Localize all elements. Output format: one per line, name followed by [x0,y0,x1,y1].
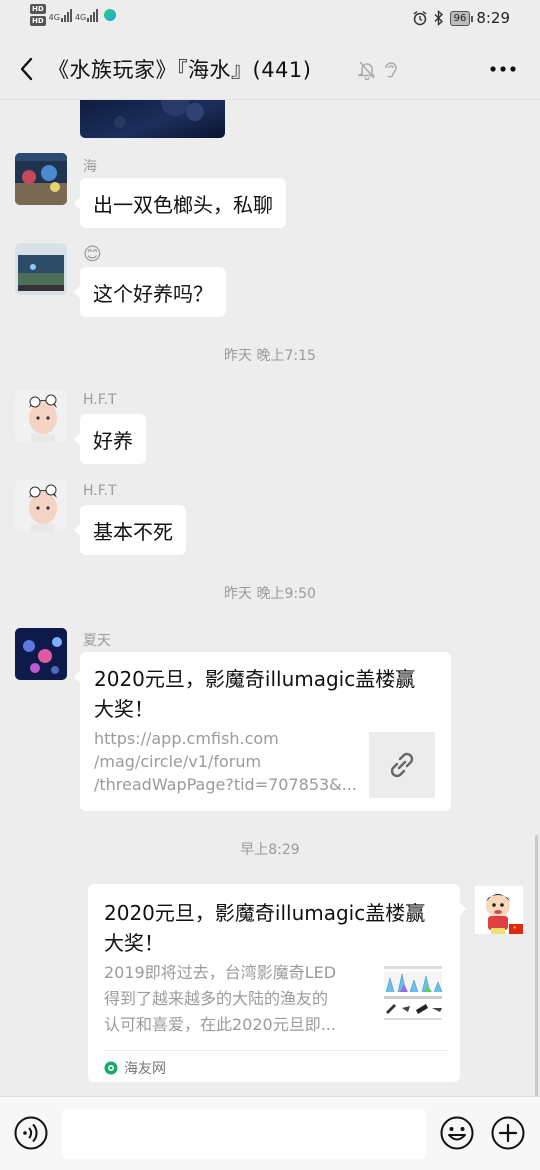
timestamp: 昨天 晚上9:50 [224,586,316,602]
card-title-line: 大奖！ [94,697,154,721]
signal-bars-icon [60,8,72,22]
avatar[interactable] [15,153,67,205]
status-left: HD HD 4G 4G [30,4,117,26]
signal-bars-icon [87,8,99,22]
card-title-line: 2020元旦，影魔奇illumagic盖楼赢 [94,667,416,691]
emoji-icon[interactable] [440,1116,474,1150]
my-avatar[interactable] [473,884,525,936]
more-options-icon[interactable] [490,66,516,72]
image-message-thumbnail[interactable] [80,100,225,138]
input-bar [0,1096,540,1170]
avatar[interactable] [15,390,67,442]
back-icon[interactable] [14,54,40,84]
source-logo-icon [104,1061,118,1075]
bluetooth-icon [434,10,443,26]
card-description: 2019即将过去，台湾影魔奇LED 得到了越来越多的大陆的渔友的 认可和喜爱，在… [104,960,366,1038]
chat-header: 《水族玩家》『海水』(441) [0,38,540,100]
card-desc-line: 认可和喜爱，在此2020元旦即... [104,1015,336,1034]
earpiece-icon [385,62,397,78]
status-right: 96 8:29 [412,9,510,27]
signal-1: 4G [48,8,72,22]
hd-badge-bottom: HD [30,16,46,26]
card-source: 海友网 [104,1058,166,1078]
message-bubble[interactable]: 好养 [74,414,146,464]
source-name: 海友网 [124,1061,166,1077]
battery-icon: 96 [449,10,474,26]
article-thumbnail [380,964,446,1030]
link-thumbnail [369,732,435,798]
card-desc-line: 得到了越来越多的大陆的渔友的 [104,989,329,1008]
network-type-2: 4G [74,12,87,22]
timestamp: 早上8:29 [240,842,300,858]
chat-message-list[interactable]: 海 出一双色榔头，私聊 😊 这个好养吗？ 昨天 晚上7:15 H.F.T 好养 … [0,100,540,1096]
message-input[interactable] [62,1109,426,1159]
chat-title: 《水族玩家》『海水』(441) [48,58,312,82]
card-url: https://app.cmfish.com /mag/circle/v1/fo… [94,727,356,796]
hd-badge-top: HD [30,4,46,14]
voice-input-icon[interactable] [14,1116,48,1150]
card-divider [104,1050,448,1051]
sender-name: 海 [83,159,97,175]
network-type-1: 4G [48,12,60,22]
plus-icon[interactable] [491,1116,525,1150]
card-title-line: 2020元旦，影魔奇illumagic盖楼赢 [104,901,426,925]
avatar[interactable] [15,243,67,295]
mute-bell-icon [358,61,376,80]
card-url-line: /threadWapPage?tid=707853&... [94,775,356,794]
link-icon [390,752,414,778]
avatar[interactable] [15,628,67,680]
sender-name: 夏天 [83,633,111,649]
sender-name: H.F.T [83,392,117,408]
card-url-line: /mag/circle/v1/forum [94,752,262,771]
scrollbar[interactable] [535,835,538,1096]
status-bar: HD HD 4G 4G 96 8:29 [0,0,540,38]
app-notification-icon [104,9,117,21]
card-title: 2020元旦，影魔奇illumagic盖楼赢 大奖！ [104,898,449,958]
card-title-line: 大奖！ [104,931,164,955]
signal-2: 4G [74,8,99,22]
card-title: 2020元旦，影魔奇illumagic盖楼赢 大奖！ [94,664,439,724]
message-bubble[interactable]: 这个好养吗？ [74,267,226,317]
clock: 8:29 [476,9,510,27]
card-desc-line: 2019即将过去，台湾影魔奇LED [104,963,337,982]
article-card-message[interactable]: 2020元旦，影魔奇illumagic盖楼赢 大奖！ 2019即将过去，台湾影魔… [88,884,466,1082]
sender-name: 😊 [83,244,102,265]
timestamp: 昨天 晚上7:15 [224,348,316,364]
card-url-line: https://app.cmfish.com [94,729,279,748]
message-bubble[interactable]: 出一双色榔头，私聊 [74,178,286,228]
avatar[interactable] [15,480,67,532]
message-bubble[interactable]: 基本不死 [74,505,186,555]
sender-name: H.F.T [83,483,117,499]
alarm-icon [413,10,427,26]
link-card-message[interactable]: 2020元旦，影魔奇illumagic盖楼赢 大奖！ https://app.c… [74,652,451,811]
